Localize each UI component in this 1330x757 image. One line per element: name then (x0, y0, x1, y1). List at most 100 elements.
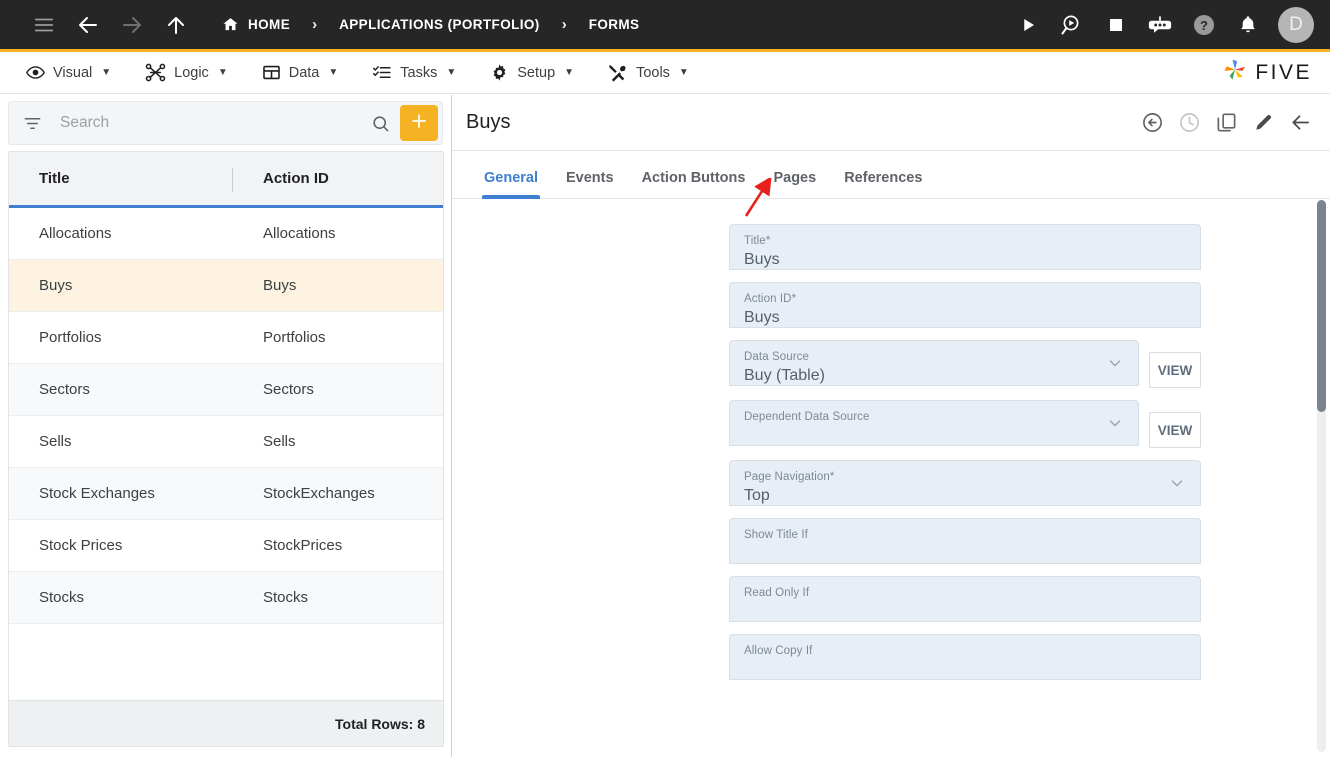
tab-events[interactable]: Events (552, 170, 628, 198)
view-dependent-data-source-button[interactable]: VIEW (1149, 412, 1201, 448)
tab-references[interactable]: References (830, 170, 936, 198)
play-icon[interactable] (1008, 5, 1048, 45)
form-scrollbar-thumb[interactable] (1317, 200, 1326, 412)
action-id-field[interactable]: Action ID* Buys (729, 282, 1201, 328)
tools-icon (608, 63, 628, 82)
table-row[interactable]: Sells Sells (9, 416, 443, 468)
five-logo: FIVE (1222, 57, 1312, 88)
cell-title: Allocations (39, 225, 112, 242)
field-label-show-title-if: Show Title If (744, 529, 808, 541)
field-label-allow-copy-if: Allow Copy If (744, 645, 813, 657)
filter-icon[interactable] (23, 114, 42, 133)
menu-label-tasks: Tasks (400, 64, 438, 81)
menu-item-data[interactable]: Data ▼ (250, 52, 351, 94)
back-arrow-icon[interactable] (66, 5, 110, 45)
cell-action-id: Allocations (263, 225, 336, 242)
chevron-down-icon: ▼ (217, 67, 228, 78)
field-row-page-navigation: Page Navigation* Top (581, 460, 1201, 506)
cell-action-id: Sells (263, 433, 296, 450)
field-row-show-title-if: Show Title If (581, 518, 1201, 564)
allow-copy-if-field[interactable]: Allow Copy If (729, 634, 1201, 680)
dependent-data-source-select[interactable]: Dependent Data Source (729, 400, 1140, 446)
menu-item-logic[interactable]: Logic ▼ (133, 52, 240, 94)
column-header-title[interactable]: Title (9, 152, 233, 205)
chevron-down-icon[interactable] (1106, 354, 1124, 372)
add-form-button[interactable] (400, 105, 438, 141)
tab-general[interactable]: General (470, 170, 552, 199)
breadcrumb-item-applications[interactable]: APPLICATIONS (PORTFOLIO) (339, 17, 540, 32)
table-row-selected[interactable]: Buys Buys (9, 260, 443, 312)
field-value-data-source: Buy (Table) (744, 367, 825, 384)
up-arrow-icon[interactable] (154, 5, 198, 45)
cell-title: Stock Exchanges (39, 485, 155, 502)
table-row[interactable]: Stocks Stocks (9, 572, 443, 624)
menu-item-tools[interactable]: Tools ▼ (596, 52, 701, 94)
back-arrow-icon[interactable] (1289, 111, 1312, 134)
stop-icon[interactable] (1096, 5, 1136, 45)
avatar[interactable]: D (1278, 6, 1314, 43)
edit-pencil-icon[interactable] (1252, 111, 1275, 134)
cell-action-id: StockExchanges (263, 485, 375, 502)
table-row[interactable]: Sectors Sectors (9, 364, 443, 416)
menu-item-setup[interactable]: Setup ▼ (478, 52, 586, 94)
bell-icon[interactable] (1228, 5, 1268, 45)
menu-label-visual: Visual (53, 64, 93, 81)
breadcrumb-separator: › (312, 16, 318, 33)
search-icon[interactable] (361, 114, 400, 133)
table-row[interactable]: Stock Prices StockPrices (9, 520, 443, 572)
gear-icon (490, 63, 509, 82)
total-rows-label: Total Rows: 8 (9, 700, 443, 746)
chevron-down-icon[interactable] (1168, 474, 1186, 492)
menu-item-tasks[interactable]: Tasks ▼ (360, 52, 468, 94)
chevron-down-icon: ▼ (564, 67, 575, 78)
menu-item-visual[interactable]: Visual ▼ (14, 52, 123, 94)
view-data-source-button[interactable]: VIEW (1149, 352, 1201, 388)
main-body: Title Action ID Allocations Allocations … (0, 95, 1330, 757)
chevron-down-icon: ▼ (446, 67, 457, 78)
cell-title: Stock Prices (39, 537, 123, 554)
svg-text:?: ? (1200, 18, 1208, 33)
help-icon[interactable]: ? (1184, 5, 1224, 45)
show-title-if-field[interactable]: Show Title If (729, 518, 1201, 564)
bot-icon[interactable] (1140, 5, 1180, 45)
search-input[interactable] (42, 114, 361, 132)
form-scrollbar-track[interactable] (1317, 200, 1326, 752)
table-row[interactable]: Allocations Allocations (9, 208, 443, 260)
field-label-title: Title* (744, 235, 771, 247)
forms-grid-header: Title Action ID (9, 152, 443, 208)
form-scroll-area: Title* Buys Action ID* Buys Data Source (452, 200, 1330, 757)
column-header-action-id[interactable]: Action ID (233, 152, 443, 205)
breadcrumb: HOME › APPLICATIONS (PORTFOLIO) › FORMS (222, 16, 639, 33)
undo-icon[interactable] (1141, 111, 1164, 134)
table-row[interactable]: Stock Exchanges StockExchanges (9, 468, 443, 520)
page-title: Buys (466, 111, 511, 133)
cell-action-id: StockPrices (263, 537, 343, 554)
data-source-select[interactable]: Data Source Buy (Table) (729, 340, 1140, 386)
tab-pages[interactable]: Pages (759, 170, 830, 198)
table-row[interactable]: Portfolios Portfolios (9, 312, 443, 364)
page-navigation-select[interactable]: Page Navigation* Top (729, 460, 1201, 506)
form-fields: Title* Buys Action ID* Buys Data Source (452, 200, 1330, 680)
menu-label-setup: Setup (517, 64, 556, 81)
forward-arrow-icon[interactable] (110, 5, 154, 45)
breadcrumb-item-forms[interactable]: FORMS (589, 17, 640, 32)
cell-action-id: Stocks (263, 589, 309, 606)
copy-icon[interactable] (1215, 111, 1238, 134)
chevron-down-icon[interactable] (1106, 414, 1124, 432)
form-detail-panel: Buys General Events Action Buttons Pages… (452, 95, 1330, 757)
field-label-read-only-if: Read Only If (744, 587, 810, 599)
five-pinwheel-logo-icon (1222, 57, 1248, 88)
field-label-dependent-data-source: Dependent Data Source (744, 411, 870, 423)
menu-icon[interactable] (22, 5, 66, 45)
breadcrumb-item-home[interactable]: HOME (222, 16, 290, 33)
field-label-action-id: Action ID* (744, 293, 797, 305)
logic-nodes-icon (145, 63, 166, 82)
debug-magnifier-icon[interactable] (1052, 5, 1092, 45)
tab-action-buttons[interactable]: Action Buttons (628, 170, 760, 198)
title-field[interactable]: Title* Buys (729, 224, 1201, 270)
cell-title: Sectors (39, 381, 90, 398)
field-label-page-navigation: Page Navigation* (744, 471, 835, 483)
cell-title: Portfolios (39, 329, 102, 346)
history-clock-icon[interactable] (1178, 111, 1201, 134)
read-only-if-field[interactable]: Read Only If (729, 576, 1201, 622)
